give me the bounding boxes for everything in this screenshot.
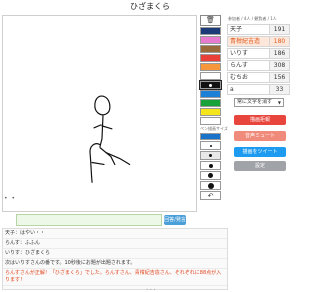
pen-dot-icon [209, 144, 212, 147]
pen-dot-icon [208, 173, 213, 178]
log-line: らんす：ふふん [3, 239, 227, 249]
color-swatch[interactable] [200, 99, 221, 107]
pen-dot-icon [208, 163, 213, 168]
stroke-arm-left [93, 124, 102, 129]
color-swatch[interactable] [200, 27, 221, 35]
color-swatch[interactable] [200, 108, 221, 116]
stroke-arm-right [101, 125, 113, 130]
erase-mode-value: 常に文字を消す [237, 99, 273, 105]
pen-size-button[interactable] [200, 161, 221, 170]
players-header: 参加者 / 4人 / 観覧者 / 1人 [228, 16, 277, 21]
log-pager: • • • [146, 287, 156, 292]
player-score: 308 [269, 61, 289, 70]
pen-dot-icon [207, 182, 214, 189]
color-swatch[interactable] [200, 90, 221, 98]
player-row: らんす 308 [227, 60, 290, 71]
erase-mode-select[interactable]: 常に文字を消す ▼ [234, 98, 284, 107]
player-score: 191 [269, 25, 289, 34]
log-line: いりす：ひざまくら [3, 249, 227, 259]
pen-size-button[interactable] [200, 141, 221, 150]
palette: 🗑 ペン描画サイズ ↶ [199, 15, 228, 200]
player-row: 天子 191 [227, 24, 290, 35]
player-name: a [230, 86, 234, 93]
send-button[interactable]: 回答/発言 [164, 215, 186, 225]
canvas-indicator: • • [4, 195, 16, 202]
pen-size-label: ペン描画サイズ [200, 126, 228, 131]
stroke-leg-2 [105, 152, 131, 166]
chat-input-wrapper [16, 214, 162, 234]
stroke-head [94, 95, 111, 116]
color-swatches [199, 27, 224, 125]
player-row: 青柑紀吉造 180 [227, 36, 290, 47]
player-name: 青柑紀吉造 [230, 38, 261, 45]
mute-button[interactable]: 音声ミュート [234, 131, 286, 141]
pen-size-indicator [200, 133, 221, 140]
log-line: 天子：はやい・・ [3, 229, 227, 239]
chat-log[interactable]: 天子：はやい・・ らんす：ふふん いりす：ひざまくら 次はいりすさんの番です。10秒後… [2, 228, 228, 290]
pen-dot-icon [209, 154, 212, 157]
player-row: いりす 186 [227, 48, 290, 59]
pen-sizes [200, 141, 224, 190]
chevron-down-icon: ▼ [277, 100, 281, 105]
drawing-svg [89, 95, 131, 183]
player-score: 186 [269, 49, 289, 58]
tweet-button[interactable]: 描画をツイート [234, 147, 286, 157]
player-name: いりす [230, 50, 249, 57]
player-list: 天子 191 青柑紀吉造 180 いりす 186 らんす 308 むちお 156 a 33 [227, 24, 290, 96]
room-title: ひざまくら [130, 2, 170, 11]
color-swatch[interactable] [200, 117, 221, 125]
pen-size-button[interactable] [200, 171, 221, 180]
log-line: らんすさんが正解！「ひざまくら」でした。らんすさん、青柑紀吉造さん、それぞれに8… [3, 269, 227, 286]
color-swatch[interactable] [200, 63, 221, 71]
player-score: 33 [269, 85, 289, 94]
settings-button[interactable]: 設定 [234, 161, 286, 171]
player-name: らんす [230, 62, 248, 69]
stroke-knee [91, 161, 105, 166]
player-name: むちお [230, 74, 249, 81]
pass-button[interactable]: 描画拒報 [234, 115, 286, 125]
log-line: 次はいりすさんの番です。10秒後にお題が出題されます。 [3, 259, 227, 269]
pen-size-button[interactable] [200, 151, 221, 160]
player-row: むちお 156 [227, 72, 290, 83]
color-swatch[interactable] [199, 80, 222, 90]
color-swatch[interactable] [200, 45, 221, 53]
player-score: 180 [269, 37, 289, 46]
undo-icon[interactable]: ↶ [200, 191, 221, 200]
player-name: 天子 [230, 26, 243, 33]
selected-dot-icon [209, 84, 212, 87]
player-row: a 33 [227, 84, 290, 95]
pen-size-button[interactable] [200, 181, 221, 190]
drawing-canvas[interactable] [2, 15, 197, 212]
color-swatch[interactable] [200, 54, 221, 62]
stroke-body [99, 115, 104, 148]
color-swatch[interactable] [200, 36, 221, 44]
color-swatch[interactable] [200, 72, 221, 80]
trash-icon[interactable]: 🗑 [200, 15, 221, 26]
player-score: 156 [269, 73, 289, 82]
